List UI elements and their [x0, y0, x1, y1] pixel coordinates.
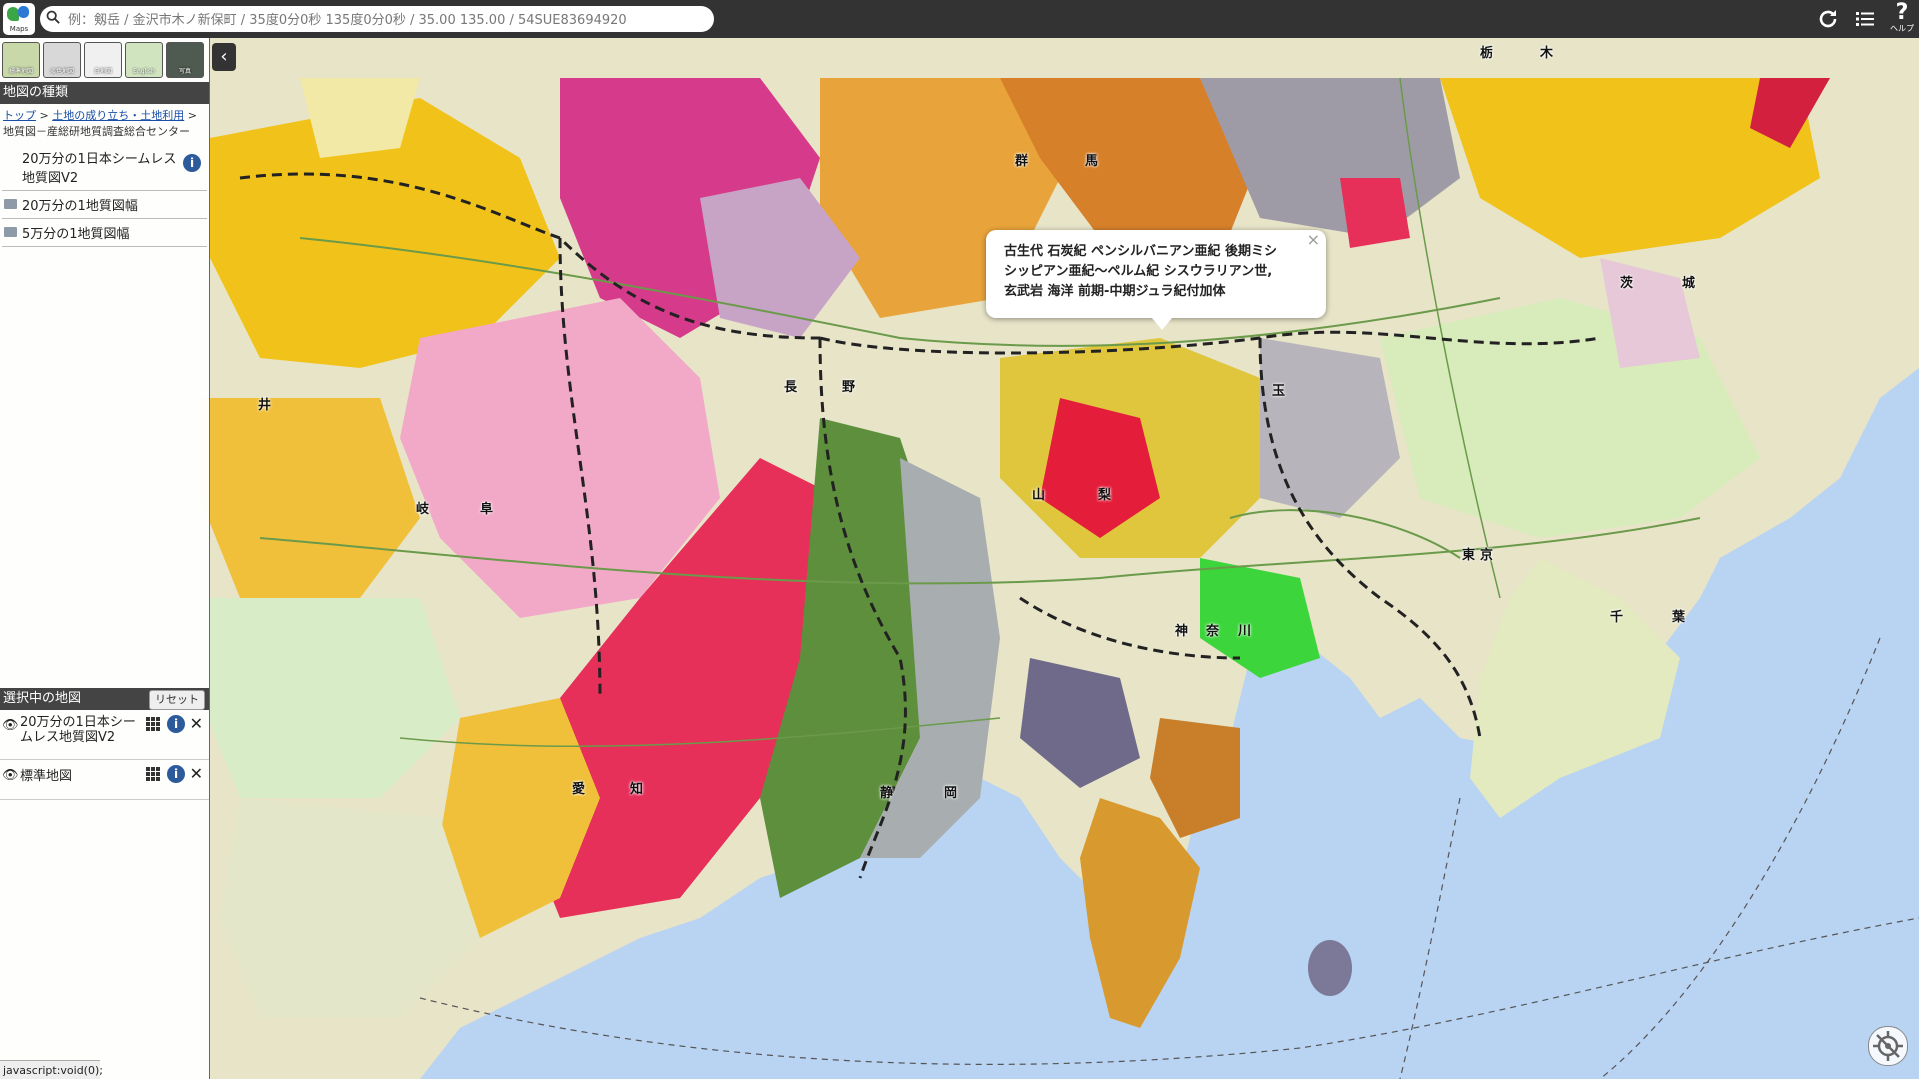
place-label-gifu-1: 岐 [416, 502, 430, 517]
popup-text-line-3: 玄武岩 海洋 前期-中期ジュラ紀付加体 [1004, 284, 1226, 299]
basemap-switcher: 標準地図 淡色地図 白地図 English 写真 [0, 38, 209, 82]
search-box[interactable] [40, 6, 714, 32]
refresh-icon[interactable] [1816, 7, 1840, 31]
basemap-english[interactable]: English [125, 42, 163, 78]
reset-button[interactable]: リセット [149, 690, 205, 710]
search-input[interactable] [66, 9, 700, 31]
place-label-gifu-2: 阜 [480, 502, 494, 517]
place-label-tokyo-1: 東 [1462, 548, 1476, 563]
help-icon: ? [1895, 0, 1909, 25]
chevron-left-icon: ‹ [220, 46, 228, 67]
basemap-pale[interactable]: 淡色地図 [43, 42, 81, 78]
close-icon[interactable]: ✕ [190, 764, 203, 783]
place-label-ibaraki-1: 茨 [1620, 276, 1634, 291]
map-types-title: 地図の種類 [0, 82, 209, 104]
info-icon[interactable]: i [167, 765, 185, 783]
place-label-kanagawa-3: 川 [1238, 624, 1252, 639]
place-label-chiba-2: 葉 [1672, 610, 1686, 625]
breadcrumb-separator: > [36, 109, 53, 122]
folder-item-label: 20万分の1地質図幅 [22, 199, 138, 214]
collapse-panel-button[interactable]: ‹ [212, 43, 236, 71]
breadcrumb-land-link[interactable]: 土地の成り立ち・土地利用 [52, 109, 184, 122]
status-bar: javascript:void(0); [0, 1060, 103, 1079]
place-label-aichi-1: 愛 [572, 782, 586, 797]
place-label-shizuoka-2: 岡 [944, 786, 958, 801]
place-label-gunma-2: 馬 [1085, 154, 1099, 169]
help-label: ヘルプ [1890, 24, 1914, 33]
place-label-kanagawa-2: 奈 [1206, 624, 1220, 639]
info-icon[interactable]: i [167, 715, 185, 733]
top-bar: Maps ? ヘルプ [0, 0, 1919, 38]
selected-map-label: 標準地図 [20, 769, 73, 784]
place-label-nagano-1: 長 [784, 380, 798, 395]
folder-icon [4, 199, 17, 209]
info-icon[interactable]: i [183, 154, 201, 172]
place-label-saitama: 玉 [1272, 384, 1286, 399]
place-label-yamanashi-1: 山 [1032, 488, 1046, 503]
place-label-tochigi-1: 栃 [1480, 46, 1494, 61]
basemap-photo[interactable]: 写真 [166, 42, 204, 78]
geologic-map-canvas[interactable] [0, 38, 1919, 1079]
layer-item-label: 20万分の1日本シームレス地質図V2 [22, 152, 177, 186]
side-panel: 標準地図 淡色地図 白地図 English 写真 地図の種類 トップ > 土地の… [0, 38, 210, 1079]
popup-text-line-2: シッピアン亜紀～ペルム紀 シスウラリアン世, [1004, 264, 1273, 279]
eye-icon[interactable]: 👁 [2, 718, 19, 733]
breadcrumb: トップ > 土地の成り立ち・土地利用 > 地質図－産総研地質調査総合センター [0, 104, 209, 144]
app-logo[interactable]: Maps [3, 3, 35, 35]
place-label-aichi-2: 知 [630, 782, 644, 797]
place-label-ibaraki-2: 城 [1682, 276, 1696, 291]
opacity-grid-icon[interactable] [145, 716, 161, 732]
folder-item-200k[interactable]: 20万分の1地質図幅 [2, 191, 207, 219]
opacity-grid-icon[interactable] [145, 766, 161, 782]
selected-map-label: 20万分の1日本シームレス地質図V2 [20, 715, 136, 745]
geologic-map-graphic [0, 38, 1919, 1079]
selected-maps-section: 選択中の地図 リセット 👁 20万分の1日本シームレス地質図V2 i ✕ 👁 標… [0, 688, 209, 800]
selected-map-seamless-v2[interactable]: 👁 20万分の1日本シームレス地質図V2 i ✕ [0, 710, 209, 760]
list-icon[interactable] [1853, 7, 1877, 31]
place-label-chiba-1: 千 [1610, 610, 1624, 625]
place-label-shizuoka-1: 静 [880, 786, 894, 801]
selected-maps-title: 選択中の地図 リセット [0, 688, 209, 710]
layer-item-seamless-v2[interactable]: 20万分の1日本シームレス地質図V2 i [2, 144, 207, 191]
crosshair-icon [1873, 1031, 1903, 1061]
basemap-blank[interactable]: 白地図 [84, 42, 122, 78]
place-label-kanagawa-1: 神 [1175, 624, 1189, 639]
close-icon[interactable]: ✕ [190, 714, 203, 733]
selected-map-standard[interactable]: 👁 標準地図 i ✕ [0, 760, 209, 800]
logo-label: Maps [9, 25, 29, 33]
place-label-nagano-2: 野 [842, 380, 856, 395]
selected-maps-title-text: 選択中の地図 [3, 691, 82, 706]
place-label-yamanashi-2: 梨 [1098, 488, 1112, 503]
breadcrumb-top-link[interactable]: トップ [3, 109, 36, 122]
folder-item-50k[interactable]: 5万分の1地質図幅 [2, 219, 207, 247]
popup-close-icon[interactable]: × [1307, 230, 1320, 250]
search-icon [46, 10, 60, 24]
place-label-fukui: 井 [258, 398, 272, 413]
help-button[interactable]: ? ヘルプ [1887, 2, 1917, 36]
current-location-button[interactable] [1868, 1026, 1908, 1066]
basemap-standard[interactable]: 標準地図 [2, 42, 40, 78]
place-label-tochigi-2: 木 [1540, 46, 1554, 61]
folder-item-label: 5万分の1地質図幅 [22, 227, 130, 242]
place-label-tokyo-2: 京 [1480, 548, 1494, 563]
geology-info-popup: × 古生代 石炭紀 ペンシルバニアン亜紀 後期ミシ シッピアン亜紀～ペルム紀 シ… [986, 230, 1326, 330]
folder-icon [4, 227, 17, 237]
eye-icon[interactable]: 👁 [2, 768, 19, 783]
place-label-gunma-1: 群 [1015, 154, 1029, 169]
logo-blue-shape [18, 6, 29, 18]
popup-text-line-1: 古生代 石炭紀 ペンシルバニアン亜紀 後期ミシ [1004, 244, 1278, 259]
